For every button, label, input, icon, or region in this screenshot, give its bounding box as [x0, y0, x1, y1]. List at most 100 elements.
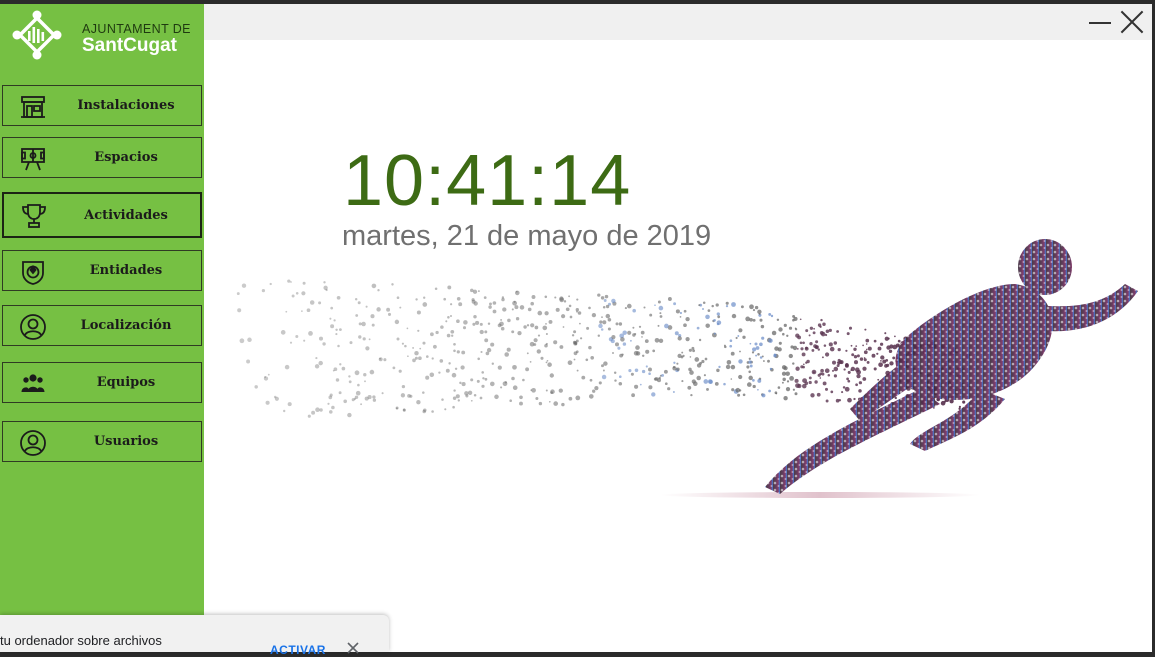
particle-dot [801, 352, 806, 357]
sidebar-item-entidades[interactable]: Entidades [2, 250, 202, 291]
minimize-icon[interactable] [1086, 8, 1114, 36]
particle-dot [330, 306, 334, 310]
particle-dot [447, 285, 452, 290]
particle-dot [821, 356, 824, 359]
particle-dot [563, 300, 567, 303]
particle-dot [738, 328, 743, 333]
particle-dot [491, 362, 494, 365]
particle-dot [455, 394, 460, 399]
sant-cugat-logo-icon [12, 10, 62, 60]
particle-dot [795, 383, 800, 388]
particle-dot [754, 342, 758, 346]
particle-dot [502, 307, 507, 312]
particle-dot [456, 296, 461, 301]
particle-dot [422, 391, 425, 394]
particle-dot [381, 392, 384, 395]
particle-dot [824, 368, 830, 374]
particle-dot [810, 393, 815, 398]
logo: AJUNTAMENT DE SantCugat [10, 8, 200, 64]
particle-dot [748, 375, 753, 381]
particle-dot [679, 311, 683, 315]
particle-dot [400, 393, 406, 398]
particle-dot [291, 294, 295, 298]
particle-dot [327, 402, 330, 405]
particle-dot [594, 386, 599, 391]
particle-dot [438, 371, 441, 374]
particle-dot [771, 330, 777, 336]
particle-dot [702, 308, 704, 310]
particle-dot [658, 338, 664, 344]
particle-dot [805, 361, 808, 364]
particle-dot [825, 333, 828, 337]
sidebar-item-usuarios[interactable]: Usuarios [2, 421, 202, 462]
particle-dot [484, 330, 488, 334]
particle-dot [295, 335, 299, 338]
particle-dot [664, 323, 669, 329]
particle-dot [280, 330, 286, 335]
particle-dot [309, 300, 315, 305]
activate-button[interactable]: ACTIVAR [270, 643, 326, 657]
particle-dot [815, 345, 819, 349]
particle-dot [383, 358, 387, 362]
particle-dot [822, 322, 826, 327]
particle-dot [797, 335, 802, 340]
particle-dot [473, 301, 478, 306]
particle-dot [888, 349, 893, 354]
particle-dot [748, 357, 751, 360]
particle-dot [873, 339, 877, 343]
particle-dot [739, 350, 741, 353]
particle-dot [461, 382, 466, 387]
particle-dot [653, 377, 657, 381]
particle-dot [414, 350, 419, 356]
particle-dot [837, 358, 841, 362]
particle-dot [452, 396, 457, 401]
sidebar-item-espacios[interactable]: Espacios [2, 137, 202, 178]
particle-dot [372, 398, 377, 402]
particle-dot [429, 372, 435, 378]
particle-dot [853, 397, 856, 401]
particle-dot [863, 350, 868, 355]
particle-dot [698, 304, 701, 307]
particle-dot [645, 365, 648, 368]
particle-dot [726, 360, 732, 365]
field-sign-icon [21, 148, 45, 171]
particle-dot [641, 354, 645, 358]
particle-dot [525, 367, 530, 372]
particle-dot [358, 322, 362, 326]
particle-dot [372, 395, 376, 399]
particle-dot [897, 344, 900, 347]
particle-dot [643, 306, 646, 309]
particle-dot [573, 330, 577, 334]
particle-dot [614, 342, 620, 347]
particle-dot [329, 317, 332, 320]
particle-dot [343, 399, 347, 404]
particle-dot [511, 330, 515, 334]
sidebar-item-localizacion[interactable]: Localización [2, 305, 202, 346]
sidebar-item-actividades[interactable]: Actividades [2, 192, 202, 238]
particle-dot [494, 394, 499, 400]
close-icon[interactable] [1118, 8, 1146, 36]
particle-dot [696, 326, 700, 330]
particle-dot [581, 375, 586, 380]
particle-dot [598, 323, 603, 329]
sidebar-item-label: Actividades [84, 208, 168, 223]
sidebar-item-equipos[interactable]: Equipos [2, 362, 202, 403]
particle-dot [613, 371, 617, 374]
particle-dot [586, 326, 590, 330]
particle-dot [759, 318, 763, 322]
particle-dot [533, 343, 537, 346]
particle-dot [659, 312, 662, 315]
particle-dot [626, 303, 632, 309]
particle-dot [545, 332, 548, 336]
close-icon[interactable] [346, 641, 360, 655]
particle-dot [341, 366, 346, 371]
particle-dot [565, 307, 570, 312]
particle-dot [781, 381, 784, 384]
particle-dot [640, 330, 645, 335]
particle-dot [402, 408, 406, 412]
particle-dot [314, 364, 320, 369]
particle-dot [757, 378, 762, 383]
sidebar-item-instalaciones[interactable]: Instalaciones [2, 85, 202, 126]
particle-dot [799, 318, 802, 321]
sidebar-item-label: Equipos [96, 375, 156, 390]
